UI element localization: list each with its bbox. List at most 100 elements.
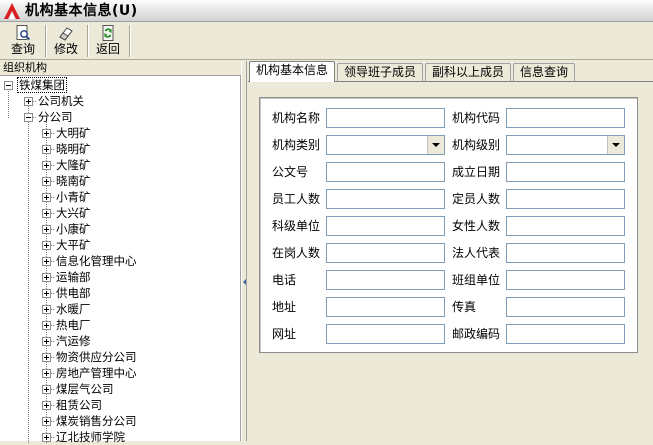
field-label: 机构级别 xyxy=(452,138,501,152)
tree-item-branch[interactable]: 晓南矿 xyxy=(56,173,91,189)
field-input[interactable] xyxy=(506,243,625,263)
query-button-label: 查询 xyxy=(10,42,35,56)
field-label: 班组单位 xyxy=(452,273,501,287)
expand-toggle[interactable] xyxy=(42,177,51,186)
tree-connector xyxy=(8,87,9,118)
return-button-label: 返回 xyxy=(95,42,120,56)
field-select[interactable] xyxy=(506,135,625,155)
expand-toggle[interactable] xyxy=(42,305,51,314)
expand-toggle[interactable] xyxy=(42,353,51,362)
tree-item-branch[interactable]: 房地产管理中心 xyxy=(56,365,137,381)
tree-item-branch[interactable]: 煤炭销售分公司 xyxy=(56,413,137,429)
tree-item-branch[interactable]: 运输部 xyxy=(56,269,91,285)
recycle-icon xyxy=(102,25,114,41)
tree-item-branch[interactable]: 水暖厂 xyxy=(56,301,91,317)
tree-item-company-office[interactable]: 公司机关 xyxy=(38,93,84,109)
field-input[interactable] xyxy=(326,108,445,128)
expand-toggle[interactable] xyxy=(42,337,51,346)
expand-toggle[interactable] xyxy=(24,97,33,106)
tree-item-branch[interactable]: 热电厂 xyxy=(56,317,91,333)
expand-toggle[interactable] xyxy=(42,129,51,138)
expand-toggle[interactable] xyxy=(42,321,51,330)
expand-toggle[interactable] xyxy=(42,369,51,378)
tree-root-node[interactable]: 铁煤集团 xyxy=(17,77,67,93)
tree-connector xyxy=(28,103,29,443)
collapse-toggle[interactable] xyxy=(4,81,13,90)
field-input[interactable] xyxy=(506,108,625,128)
field-label: 机构类别 xyxy=(272,138,321,152)
panel-splitter[interactable] xyxy=(241,61,247,441)
field-select[interactable] xyxy=(326,135,445,155)
field-label: 传真 xyxy=(452,300,477,314)
field-label: 电话 xyxy=(272,273,297,287)
tree-item-branch[interactable]: 汽运修 xyxy=(56,333,91,349)
collapse-toggle[interactable] xyxy=(24,113,33,122)
tree-item-branch[interactable]: 大兴矿 xyxy=(56,205,91,221)
tree-root-label: 铁煤集团 xyxy=(17,77,67,93)
field-input[interactable] xyxy=(506,189,625,209)
query-button[interactable]: 查询 xyxy=(3,24,43,58)
field-label: 机构代码 xyxy=(452,111,501,125)
expand-toggle[interactable] xyxy=(42,225,51,234)
dropdown-arrow-icon[interactable] xyxy=(607,136,624,154)
field-input[interactable] xyxy=(326,243,445,263)
tab-info-query[interactable]: 信息查询 xyxy=(513,63,576,81)
tree-item-branch[interactable]: 供电部 xyxy=(56,285,91,301)
expand-toggle[interactable] xyxy=(42,417,51,426)
field-input[interactable] xyxy=(326,189,445,209)
field-label: 在岗人数 xyxy=(272,246,321,260)
tree-item-branch[interactable]: 大隆矿 xyxy=(56,157,91,173)
field-label: 机构名称 xyxy=(272,111,321,125)
expand-toggle[interactable] xyxy=(42,257,51,266)
edit-button[interactable]: 修改 xyxy=(46,24,86,58)
org-info-form: 机构名称机构类别公文号员工人数科级单位在岗人数电话地址网址 机构代码机构级别成立日… xyxy=(259,97,638,353)
expand-toggle[interactable] xyxy=(42,209,51,218)
field-input[interactable] xyxy=(326,162,445,182)
field-input[interactable] xyxy=(326,216,445,236)
return-button[interactable]: 返回 xyxy=(88,24,128,58)
tree-item-branch[interactable]: 大明矿 xyxy=(56,125,91,141)
field-label: 定员人数 xyxy=(452,192,501,206)
tree-item-branch[interactable]: 租赁公司 xyxy=(56,397,102,413)
tab-leadership[interactable]: 领导班子成员 xyxy=(337,63,424,81)
field-input[interactable] xyxy=(326,297,445,317)
tree-item-branch[interactable]: 晓明矿 xyxy=(56,141,91,157)
expand-toggle[interactable] xyxy=(42,241,51,250)
tree-item-branch[interactable]: 信息化管理中心 xyxy=(56,253,137,269)
tree-item-branch-company[interactable]: 分公司 xyxy=(38,109,73,125)
tree-item-branch[interactable]: 辽北技师学院 xyxy=(56,429,125,445)
tree-item-branch[interactable]: 物资供应分公司 xyxy=(56,349,137,365)
field-label: 网址 xyxy=(272,327,297,341)
field-label: 成立日期 xyxy=(452,165,501,179)
expand-toggle[interactable] xyxy=(42,273,51,282)
tree-item-branch[interactable]: 小青矿 xyxy=(56,189,91,205)
collapse-arrow-icon[interactable] xyxy=(243,279,246,285)
tree-item-branch[interactable]: 煤层气公司 xyxy=(56,381,114,397)
field-label: 科级单位 xyxy=(272,219,321,233)
field-input[interactable] xyxy=(506,162,625,182)
tree-item-branch[interactable]: 大平矿 xyxy=(56,237,91,253)
dropdown-arrow-icon[interactable] xyxy=(427,136,444,154)
expand-toggle[interactable] xyxy=(42,193,51,202)
expand-toggle[interactable] xyxy=(42,145,51,154)
field-label: 公文号 xyxy=(272,165,309,179)
field-input[interactable] xyxy=(506,270,625,290)
field-label: 员工人数 xyxy=(272,192,321,206)
field-input[interactable] xyxy=(506,216,625,236)
field-input[interactable] xyxy=(506,297,625,317)
detail-area: 机构基本信息 领导班子成员 副科以上成员 信息查询 机构名称机构类别公文号员工人… xyxy=(248,61,653,441)
field-label: 地址 xyxy=(272,300,297,314)
expand-toggle[interactable] xyxy=(42,289,51,298)
expand-toggle[interactable] xyxy=(42,385,51,394)
field-input[interactable] xyxy=(326,270,445,290)
tab-basic-info[interactable]: 机构基本信息 xyxy=(249,61,336,82)
tab-section-chief[interactable]: 副科以上成员 xyxy=(425,63,512,81)
field-input[interactable] xyxy=(506,324,625,344)
tree-item-branch[interactable]: 小康矿 xyxy=(56,221,91,237)
eraser-icon xyxy=(59,27,73,41)
field-label: 邮政编码 xyxy=(452,327,501,341)
title-bar: 机构基本信息(U) xyxy=(0,0,653,22)
expand-toggle[interactable] xyxy=(42,161,51,170)
expand-toggle[interactable] xyxy=(42,401,51,410)
field-input[interactable] xyxy=(326,324,445,344)
